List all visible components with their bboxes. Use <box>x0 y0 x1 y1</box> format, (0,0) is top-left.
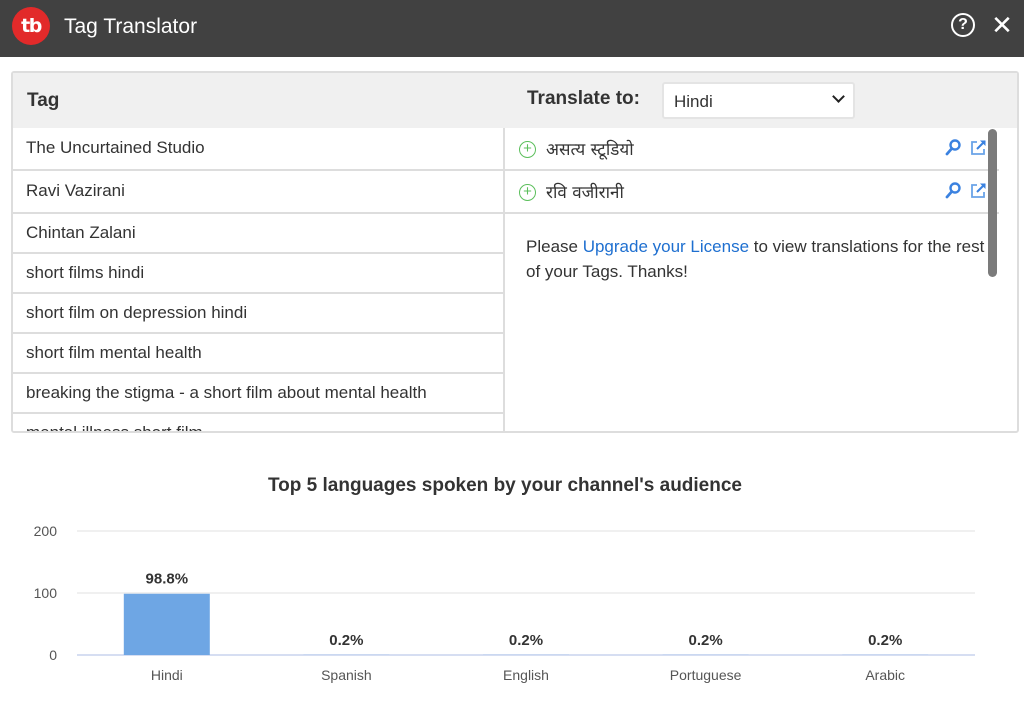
external-link-icon[interactable] <box>969 139 987 157</box>
y-tick-label: 0 <box>49 647 57 663</box>
chevron-down-icon <box>832 90 845 103</box>
language-select[interactable]: Hindi <box>662 82 855 119</box>
x-tick-label: Arabic <box>865 667 905 683</box>
data-label: 0.2% <box>329 632 363 649</box>
tag-row[interactable]: short film mental health <box>13 334 505 374</box>
tag-row[interactable]: short films hindi <box>13 254 505 294</box>
upgrade-message: Please Upgrade your License to view tran… <box>526 234 996 284</box>
tag-translation-panel: Tag Translate to: Hindi The Uncurtained … <box>11 71 1019 433</box>
translation-text: रवि वजीरानी <box>546 183 624 203</box>
plus-circle-icon[interactable]: + <box>519 141 536 158</box>
tag-row[interactable]: The Uncurtained Studio <box>13 128 505 171</box>
scrollbar-thumb[interactable] <box>988 129 997 277</box>
y-tick-label: 200 <box>34 523 58 539</box>
data-label: 0.2% <box>868 632 902 649</box>
upgrade-license-link[interactable]: Upgrade your License <box>583 237 749 256</box>
tubebuddy-logo-icon: tb <box>12 7 50 45</box>
title-bar: tb Tag Translator ? ✕ <box>0 0 1024 57</box>
translation-row: + रवि वजीरानी <box>505 171 999 214</box>
search-icon[interactable] <box>945 139 961 157</box>
close-icon[interactable]: ✕ <box>990 10 1014 40</box>
external-link-icon[interactable] <box>969 182 987 200</box>
bar-hindi <box>123 593 210 655</box>
translation-list: + असत्य स्टूडियो + रवि वजीरानी Please Up… <box>505 128 999 431</box>
data-label: 0.2% <box>509 632 543 649</box>
tag-column-header: Tag <box>27 90 60 111</box>
tag-row[interactable]: breaking the stigma - a short film about… <box>13 374 505 414</box>
tag-row[interactable]: mental illness short film <box>13 414 505 431</box>
help-icon[interactable]: ? <box>951 13 975 37</box>
x-tick-label: Spanish <box>321 667 372 683</box>
language-select-value: Hindi <box>674 92 713 111</box>
search-icon[interactable] <box>945 182 961 200</box>
languages-bar-chart: 0 100 200 98.8% Hindi 0.2% Spanish 0.2% English 0… <box>34 523 975 683</box>
window-title: Tag Translator <box>64 15 198 38</box>
table-header: Tag Translate to: Hindi <box>13 73 1017 128</box>
x-tick-label: Portuguese <box>670 667 742 683</box>
x-tick-label: English <box>503 667 549 683</box>
tag-row[interactable]: short film on depression hindi <box>13 294 505 334</box>
plus-circle-icon[interactable]: + <box>519 184 536 201</box>
chart-title: Top 5 languages spoken by your channel's… <box>267 475 742 496</box>
data-label: 0.2% <box>688 632 722 649</box>
translation-row: + असत्य स्टूडियो <box>505 128 999 171</box>
translation-text: असत्य स्टूडियो <box>546 140 634 160</box>
y-tick-label: 100 <box>34 585 58 601</box>
tag-row[interactable]: Ravi Vazirani <box>13 171 505 214</box>
upgrade-prefix: Please <box>526 237 583 256</box>
tag-row[interactable]: Chintan Zalani <box>13 214 505 254</box>
translate-to-label: Translate to: <box>527 88 640 109</box>
tag-list: The Uncurtained Studio Ravi Vazirani Chi… <box>13 128 505 431</box>
data-label: 98.8% <box>146 571 189 588</box>
x-tick-label: Hindi <box>151 667 183 683</box>
